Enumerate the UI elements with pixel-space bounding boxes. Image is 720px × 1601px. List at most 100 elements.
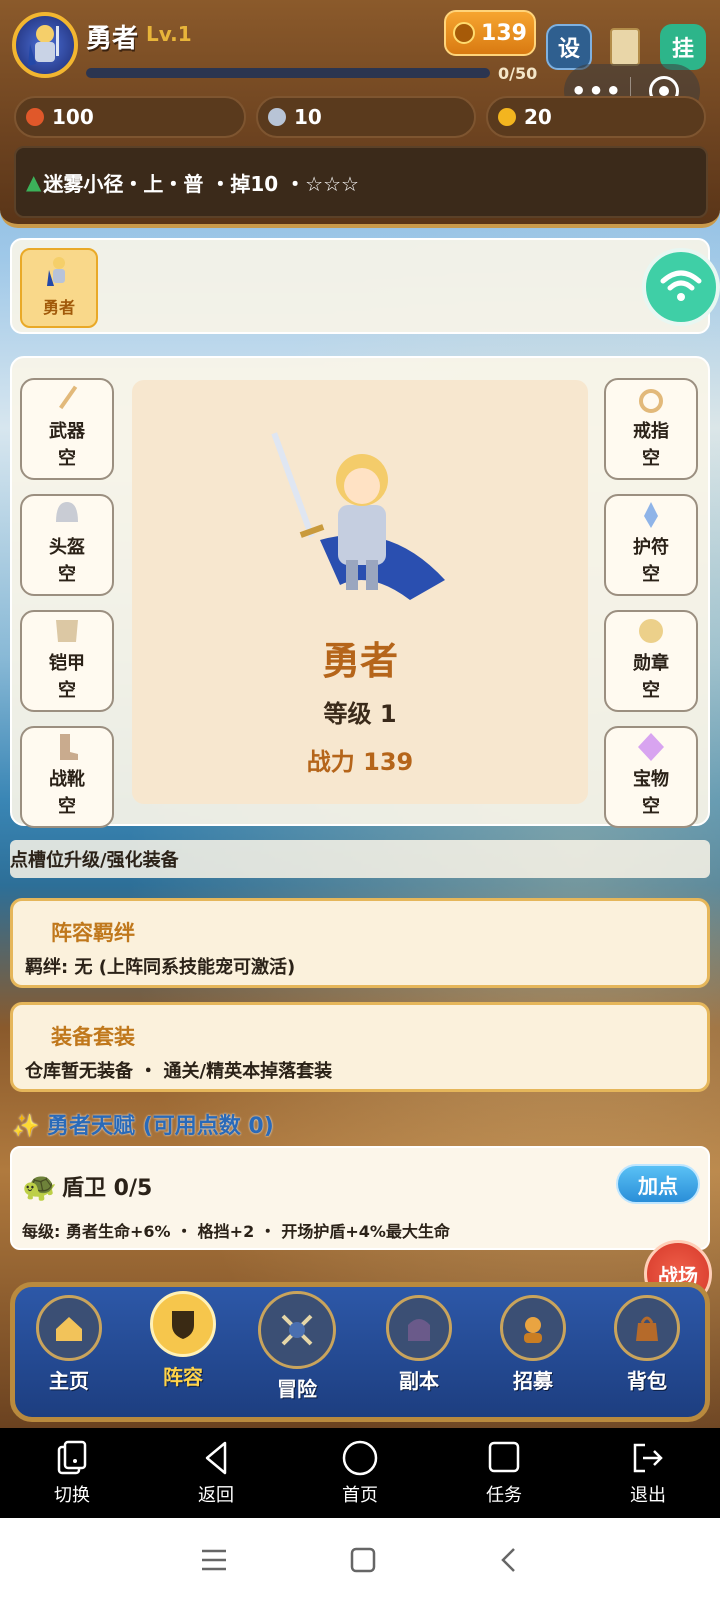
slot-name: 勋章 bbox=[633, 653, 669, 674]
slot-name: 铠甲 bbox=[49, 653, 85, 674]
slot-name: 护符 bbox=[633, 537, 669, 558]
helmet-icon bbox=[56, 502, 78, 522]
turtle-icon: 🐢 bbox=[22, 1170, 57, 1203]
bond-card[interactable]: 阵容羁绊 羁绊: 无 (上阵同系技能宠可激活) bbox=[10, 898, 710, 988]
header-panel: 勇者 Lv.1 0/50 139 设 挂 ••• 100 10 20 ▲ 迷雾小… bbox=[0, 0, 720, 228]
power-value: 139 bbox=[481, 20, 527, 46]
home-icon bbox=[36, 1295, 102, 1361]
resource-gold[interactable]: 20 bbox=[486, 96, 706, 138]
resource-value: 100 bbox=[52, 105, 94, 129]
hero-name: 勇者 bbox=[86, 24, 139, 54]
nav-label: 副本 bbox=[399, 1369, 439, 1393]
slot-medal[interactable]: 勋章 空 bbox=[604, 610, 698, 712]
slot-status: 空 bbox=[58, 796, 76, 817]
bond-body: 羁绊: 无 (上阵同系技能宠可激活) bbox=[25, 957, 296, 978]
nav-dungeon[interactable]: 副本 bbox=[369, 1295, 469, 1394]
suit-body: 仓库暂无装备 ・ 通关/精英本掉落套装 bbox=[25, 1061, 333, 1082]
copper-coin-icon bbox=[26, 108, 44, 126]
task-icon bbox=[488, 1441, 520, 1473]
resource-copper[interactable]: 100 bbox=[14, 96, 246, 138]
adventure-icon bbox=[258, 1291, 336, 1369]
game-screen: 勇者 Lv.1 0/50 139 设 挂 ••• 100 10 20 ▲ 迷雾小… bbox=[0, 0, 720, 1428]
slot-helmet[interactable]: 头盔 空 bbox=[20, 494, 114, 596]
power-badge[interactable]: 139 bbox=[444, 10, 536, 56]
xp-text: 0/50 bbox=[498, 64, 538, 83]
resource-value: 10 bbox=[294, 105, 322, 129]
slot-name: 头盔 bbox=[49, 537, 85, 558]
nav-label: 主页 bbox=[49, 1369, 89, 1393]
slot-boots[interactable]: 战靴 空 bbox=[20, 726, 114, 828]
hero-display-name: 勇者 bbox=[321, 639, 398, 683]
nav-adventure[interactable]: 冒险 bbox=[247, 1291, 347, 1402]
nav-recruit[interactable]: 招募 bbox=[483, 1295, 583, 1394]
sys-label: 任务 bbox=[486, 1485, 522, 1506]
slot-status: 空 bbox=[642, 448, 660, 469]
slot-treasure[interactable]: 宝物 空 bbox=[604, 726, 698, 828]
square-icon[interactable] bbox=[349, 1546, 377, 1574]
sys-switch[interactable]: 切换 bbox=[22, 1439, 122, 1507]
hero-tab-brave[interactable]: 勇者 bbox=[20, 248, 98, 328]
settings-button[interactable]: 设 bbox=[546, 24, 592, 70]
tree-icon: ▲ bbox=[26, 170, 42, 194]
lineup-icon bbox=[150, 1291, 216, 1357]
slot-ring[interactable]: 戒指 空 bbox=[604, 378, 698, 480]
home-circle-icon bbox=[342, 1440, 378, 1476]
nav-label: 招募 bbox=[513, 1369, 553, 1393]
hero-level: Lv.1 bbox=[146, 22, 192, 46]
menu-icon[interactable] bbox=[199, 1547, 229, 1573]
talent-heading: ✨ 勇者天赋 (可用点数 0) bbox=[12, 1114, 274, 1139]
back-icon bbox=[205, 1441, 227, 1475]
armor-icon bbox=[56, 620, 78, 642]
bag-icon bbox=[614, 1295, 680, 1361]
knight-icon bbox=[47, 257, 65, 286]
stage-text: 迷雾小径・上・普 ・掉10 ・☆☆☆ bbox=[43, 171, 359, 196]
talent-name: 盾卫 0/5 bbox=[62, 1176, 153, 1201]
slot-weapon[interactable]: 武器 空 bbox=[20, 378, 114, 480]
wifi-icon[interactable] bbox=[642, 248, 720, 326]
suit-title: 装备套装 bbox=[51, 1025, 135, 1049]
slot-status: 空 bbox=[58, 680, 76, 701]
power-icon bbox=[453, 22, 476, 44]
nav-label: 背包 bbox=[627, 1369, 667, 1393]
stage-info[interactable]: ▲ 迷雾小径・上・普 ・掉10 ・☆☆☆ bbox=[14, 146, 708, 218]
chevron-left-icon[interactable] bbox=[497, 1546, 521, 1574]
scroll-icon[interactable] bbox=[610, 28, 640, 66]
talent-card: 🐢 盾卫 0/5 每级: 勇者生命+6% ・ 格挡+2 ・ 开场护盾+4%最大生… bbox=[10, 1146, 710, 1250]
hero-power-text: 战力 139 bbox=[306, 748, 414, 776]
hero-avatar[interactable] bbox=[12, 12, 78, 78]
nav-home[interactable]: 主页 bbox=[19, 1295, 119, 1394]
nav-bag[interactable]: 背包 bbox=[597, 1295, 697, 1394]
hero-portrait-card bbox=[132, 380, 588, 804]
silver-coin-icon bbox=[268, 108, 286, 126]
sys-label: 退出 bbox=[630, 1485, 666, 1506]
slot-armor[interactable]: 铠甲 空 bbox=[20, 610, 114, 712]
exit-icon bbox=[633, 1443, 663, 1473]
sys-exit[interactable]: 退出 bbox=[598, 1439, 698, 1507]
sys-label: 切换 bbox=[54, 1485, 90, 1506]
sys-back[interactable]: 返回 bbox=[166, 1439, 266, 1507]
hero-tab-strip: 勇者 bbox=[10, 238, 710, 334]
suit-card[interactable]: 装备套装 仓库暂无装备 ・ 通关/精英本掉落套装 bbox=[10, 1002, 710, 1092]
talent-desc: 每级: 勇者生命+6% ・ 格挡+2 ・ 开场护盾+4%最大生命 bbox=[22, 1222, 450, 1241]
amulet-icon bbox=[644, 502, 658, 528]
slot-status: 空 bbox=[58, 564, 76, 585]
dungeon-icon bbox=[386, 1295, 452, 1361]
add-point-button[interactable]: 加点 bbox=[616, 1164, 700, 1204]
knight-icon bbox=[28, 25, 59, 66]
resource-silver[interactable]: 10 bbox=[256, 96, 476, 138]
upgrade-hint: 点槽位升级/强化装备 bbox=[10, 840, 710, 878]
slot-status: 空 bbox=[642, 796, 660, 817]
slot-amulet[interactable]: 护符 空 bbox=[604, 494, 698, 596]
resource-value: 20 bbox=[524, 105, 552, 129]
sys-task[interactable]: 任务 bbox=[454, 1439, 554, 1507]
slot-status: 空 bbox=[58, 448, 76, 469]
nav-lineup[interactable]: 阵容 bbox=[133, 1291, 233, 1390]
slot-name: 战靴 bbox=[49, 769, 85, 790]
sys-home[interactable]: 首页 bbox=[310, 1439, 410, 1507]
sys-label: 首页 bbox=[342, 1485, 378, 1506]
switch-icon bbox=[57, 1440, 87, 1475]
bond-title: 阵容羁绊 bbox=[51, 921, 135, 945]
gold-coin-icon bbox=[498, 108, 516, 126]
sword-icon bbox=[59, 385, 78, 410]
hero-level-text: 等级 1 bbox=[323, 700, 397, 728]
